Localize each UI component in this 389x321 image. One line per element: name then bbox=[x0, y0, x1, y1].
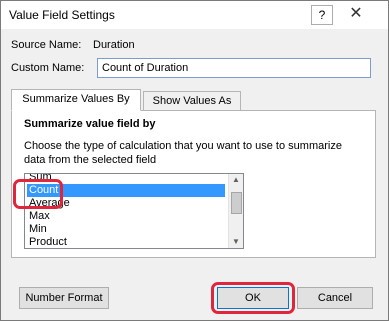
list-item-count[interactable]: Count bbox=[27, 184, 225, 197]
ok-button[interactable]: OK bbox=[217, 287, 289, 309]
tab-summarize-values-by[interactable]: Summarize Values By bbox=[11, 89, 141, 111]
help-icon[interactable]: ? bbox=[311, 5, 333, 25]
scroll-up-icon[interactable]: ▲ bbox=[229, 174, 243, 186]
source-name-label: Source Name: bbox=[11, 39, 82, 51]
source-name-value: Duration bbox=[93, 39, 135, 51]
list-scrollbar[interactable]: ▲ ▼ bbox=[228, 174, 243, 248]
custom-name-input[interactable]: Count of Duration bbox=[97, 58, 371, 78]
scroll-thumb[interactable] bbox=[231, 192, 242, 214]
list-item-sum[interactable]: Sum bbox=[27, 174, 225, 184]
summarize-panel: Summarize value field by Choose the type… bbox=[11, 110, 376, 258]
number-format-button[interactable]: Number Format bbox=[19, 287, 109, 309]
summarize-description: Choose the type of calculation that you … bbox=[24, 140, 342, 166]
scroll-down-icon[interactable]: ▼ bbox=[229, 236, 243, 248]
tab-show-values-as[interactable]: Show Values As bbox=[143, 91, 241, 111]
custom-name-label: Custom Name: bbox=[11, 62, 85, 74]
list-item-min[interactable]: Min bbox=[27, 223, 225, 236]
list-item-max[interactable]: Max bbox=[27, 210, 225, 223]
cancel-button[interactable]: Cancel bbox=[297, 287, 373, 309]
summarize-heading: Summarize value field by bbox=[24, 118, 156, 130]
close-icon[interactable]: ✕ bbox=[341, 5, 371, 23]
window-title: Value Field Settings bbox=[9, 8, 115, 22]
calculation-listbox[interactable]: Sum Count Average Max Min Product ▲ ▼ bbox=[24, 173, 244, 249]
title-bar: Value Field Settings ? ✕ bbox=[1, 1, 388, 29]
list-item-product[interactable]: Product bbox=[27, 236, 225, 248]
list-item-average[interactable]: Average bbox=[27, 197, 225, 210]
value-field-settings-dialog: Value Field Settings ? ✕ Source Name: Du… bbox=[0, 0, 389, 321]
